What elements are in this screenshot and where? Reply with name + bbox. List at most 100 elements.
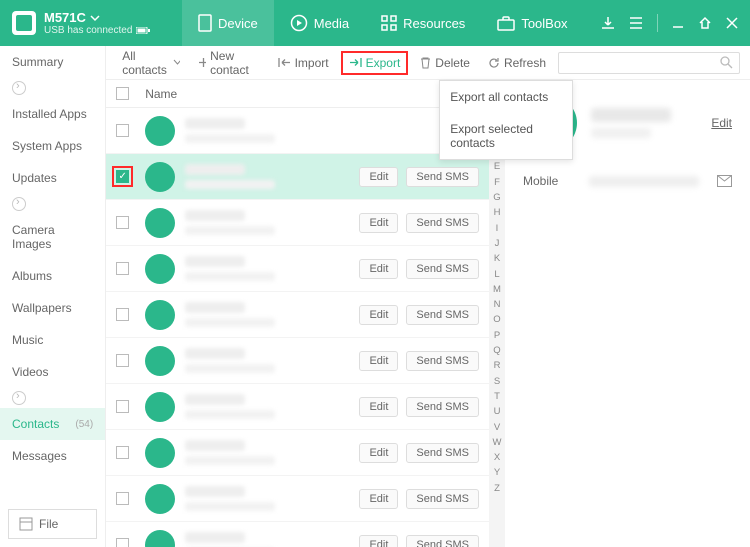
tab-toolbox[interactable]: ToolBox (481, 0, 583, 46)
alpha-letter[interactable]: I (496, 222, 499, 235)
send-sms-button[interactable]: Send SMS (406, 213, 479, 233)
contact-row[interactable]: Edit Send SMS (106, 338, 489, 384)
contact-row[interactable]: Edit Send SMS (106, 522, 489, 547)
contact-row[interactable]: Edit Send SMS (106, 154, 489, 200)
minimize-icon[interactable] (672, 17, 684, 29)
menu-icon[interactable] (629, 17, 643, 29)
alpha-letter[interactable]: K (494, 252, 500, 265)
row-checkbox[interactable] (116, 538, 129, 547)
sidebar-item-summary[interactable]: Summary (0, 46, 105, 78)
alpha-letter[interactable]: Q (493, 344, 500, 357)
edit-button[interactable]: Edit (359, 489, 398, 509)
alpha-letter[interactable]: P (494, 329, 500, 342)
send-sms-button[interactable]: Send SMS (406, 443, 479, 463)
sidebar-item-installed-apps[interactable]: Installed Apps (0, 98, 105, 130)
edit-button[interactable]: Edit (359, 443, 398, 463)
home-icon[interactable] (698, 16, 712, 30)
tab-device[interactable]: Device (182, 0, 274, 46)
sidebar-item-updates[interactable]: Updates (0, 162, 105, 194)
search-box[interactable] (558, 52, 740, 74)
export-selected-option[interactable]: Export selected contacts (440, 113, 572, 159)
edit-button[interactable]: Edit (359, 535, 398, 547)
all-contacts-dropdown[interactable]: All contacts (116, 46, 186, 80)
edit-button[interactable]: Edit (359, 305, 398, 325)
alpha-letter[interactable]: W (493, 436, 502, 449)
row-checkbox[interactable] (116, 446, 129, 459)
alpha-letter[interactable]: X (494, 451, 500, 464)
sidebar-item-camera-images[interactable]: Camera Images (0, 214, 105, 260)
send-sms-button[interactable]: Send SMS (406, 305, 479, 325)
export-button[interactable]: Export (341, 51, 409, 75)
row-checkbox[interactable] (116, 308, 129, 321)
alpha-letter[interactable]: S (494, 375, 500, 388)
edit-button[interactable]: Edit (359, 167, 398, 187)
export-all-option[interactable]: Export all contacts (440, 81, 572, 113)
edit-button[interactable]: Edit (359, 259, 398, 279)
tab-resources[interactable]: Resources (365, 0, 481, 46)
contact-row[interactable]: Edit Send SMS (106, 430, 489, 476)
close-icon[interactable] (726, 17, 738, 29)
contact-row[interactable]: Edit Send SMS (106, 292, 489, 338)
new-contact-button[interactable]: New contact (192, 46, 266, 80)
edit-button[interactable]: Edit (359, 213, 398, 233)
alpha-letter[interactable]: N (494, 298, 501, 311)
sidebar-expand-icon[interactable] (12, 81, 26, 95)
contact-row[interactable]: Edit Send SMS (106, 476, 489, 522)
send-sms-button[interactable]: Send SMS (406, 351, 479, 371)
search-input[interactable] (565, 56, 720, 70)
edit-contact-link[interactable]: Edit (711, 116, 732, 130)
sidebar-item-contacts[interactable]: Contacts (54) (0, 408, 105, 440)
alpha-letter[interactable]: V (494, 421, 500, 434)
contact-row[interactable]: Edit Send SMS (106, 200, 489, 246)
alpha-letter[interactable]: Y (494, 466, 500, 479)
sidebar-item-wallpapers[interactable]: Wallpapers (0, 292, 105, 324)
alpha-letter[interactable]: U (494, 405, 501, 418)
avatar (145, 392, 175, 422)
sidebar-item-system-apps[interactable]: System Apps (0, 130, 105, 162)
export-icon (349, 57, 362, 68)
alpha-letter[interactable]: T (494, 390, 500, 403)
alpha-letter[interactable]: J (495, 237, 500, 250)
delete-button[interactable]: Delete (414, 53, 476, 73)
contact-row[interactable] (106, 108, 489, 154)
row-checkbox[interactable] (116, 262, 129, 275)
contact-row[interactable]: Edit Send SMS (106, 384, 489, 430)
sidebar-item-albums[interactable]: Albums (0, 260, 105, 292)
alpha-letter[interactable]: R (494, 359, 501, 372)
import-button[interactable]: Import (272, 53, 335, 73)
row-checkbox[interactable] (116, 216, 129, 229)
send-sms-button[interactable]: Send SMS (406, 535, 479, 547)
contact-row[interactable]: Edit Send SMS (106, 246, 489, 292)
sidebar-expand-icon[interactable] (12, 197, 26, 211)
alpha-letter[interactable]: E (494, 160, 500, 173)
mail-icon[interactable] (717, 175, 732, 187)
row-checkbox[interactable] (116, 400, 129, 413)
sidebar-item-music[interactable]: Music (0, 324, 105, 356)
alpha-letter[interactable]: Z (494, 482, 500, 495)
send-sms-button[interactable]: Send SMS (406, 259, 479, 279)
device-info[interactable]: M571C USB has connected (0, 10, 182, 36)
sidebar-item-videos[interactable]: Videos (0, 356, 105, 388)
edit-button[interactable]: Edit (359, 397, 398, 417)
row-checkbox[interactable] (116, 170, 129, 183)
row-checkbox[interactable] (116, 124, 129, 137)
alpha-letter[interactable]: L (494, 268, 499, 281)
alpha-letter[interactable]: M (493, 283, 501, 296)
row-checkbox[interactable] (116, 354, 129, 367)
row-checkbox[interactable] (116, 492, 129, 505)
edit-button[interactable]: Edit (359, 351, 398, 371)
tab-media[interactable]: Media (274, 0, 365, 46)
alpha-letter[interactable]: H (494, 206, 501, 219)
alpha-letter[interactable]: O (493, 313, 500, 326)
sidebar-item-messages[interactable]: Messages (0, 440, 105, 472)
send-sms-button[interactable]: Send SMS (406, 489, 479, 509)
alpha-letter[interactable]: G (493, 191, 500, 204)
send-sms-button[interactable]: Send SMS (406, 397, 479, 417)
select-all-checkbox[interactable] (116, 87, 129, 100)
send-sms-button[interactable]: Send SMS (406, 167, 479, 187)
sidebar-expand-icon[interactable] (12, 391, 26, 405)
file-button[interactable]: File (8, 509, 97, 539)
refresh-button[interactable]: Refresh (482, 53, 552, 73)
download-icon[interactable] (601, 16, 615, 30)
alpha-letter[interactable]: F (494, 176, 500, 189)
